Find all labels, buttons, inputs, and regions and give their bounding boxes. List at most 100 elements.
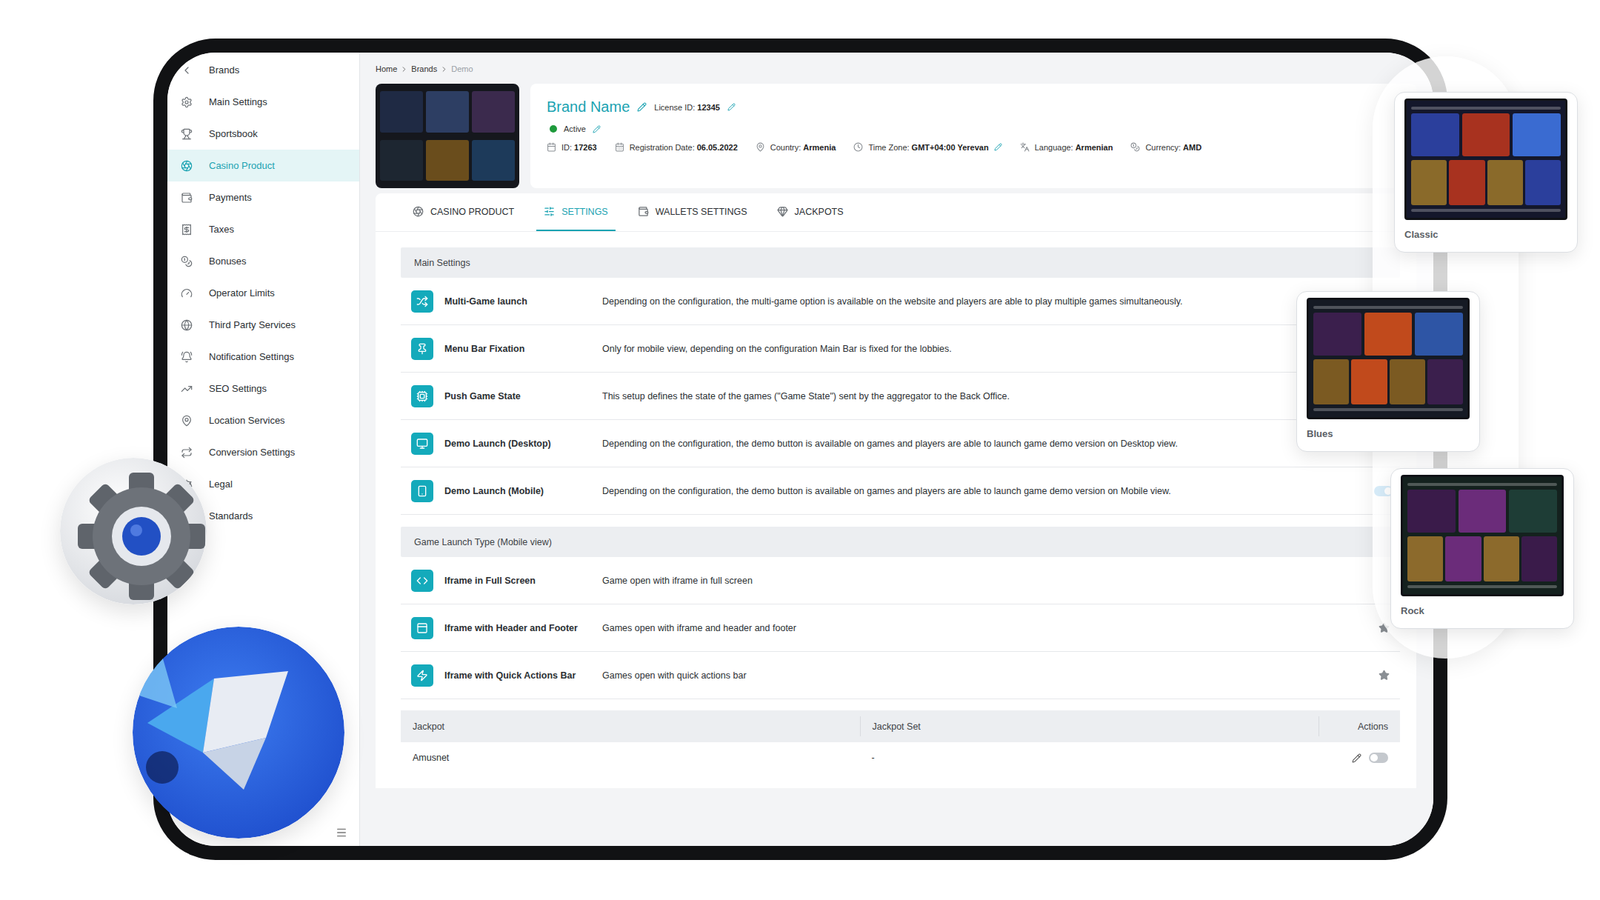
- tab[interactable]: SETTINGS: [536, 193, 616, 232]
- setting-icon: [416, 669, 429, 682]
- theme-name: Rock: [1400, 605, 1564, 617]
- sidebar-item[interactable]: Payments: [167, 181, 360, 214]
- setting-label: Iframe with Header and Footer: [433, 622, 603, 634]
- sidebar-item[interactable]: Location Services: [167, 404, 360, 437]
- tab[interactable]: JACKPOTS: [769, 193, 852, 232]
- table-cell: Amusnet: [400, 742, 860, 774]
- meta-text: Language:Armenian: [1034, 142, 1114, 152]
- tab[interactable]: CASINO PRODUCT: [405, 193, 522, 232]
- sidebar-item-icon: [180, 96, 193, 109]
- preview-block: [1458, 489, 1507, 533]
- preview-block: [1407, 489, 1456, 533]
- setting-row: Multi-Game launchDepending on the config…: [400, 277, 1400, 326]
- meta-text: ID:17263: [561, 142, 598, 152]
- setting-icon: [416, 622, 429, 635]
- setting-icon: [416, 485, 429, 498]
- sidebar-item-icon: [180, 351, 193, 363]
- sidebar-item-icon: [180, 382, 193, 395]
- sidebar-item[interactable]: SEO Settings: [167, 372, 360, 405]
- sidebar-item[interactable]: Bonuses: [167, 245, 360, 278]
- sidebar-item-label: Legal: [208, 478, 233, 490]
- table-actions: [1318, 742, 1400, 774]
- theme-name: Classic: [1404, 228, 1568, 240]
- preview-block: [1508, 489, 1558, 533]
- sidebar-item[interactable]: Taxes: [167, 213, 360, 246]
- sidebar-item-icon: [180, 446, 193, 459]
- gear-decoration: [60, 457, 207, 605]
- tab-icon: [543, 205, 555, 218]
- thumbnail-block: [380, 140, 423, 182]
- preview-block: [1364, 312, 1413, 356]
- theme-card[interactable]: Classic: [1394, 91, 1578, 253]
- sidebar-item-icon: [180, 414, 193, 427]
- jackpot-table: JackpotJackpot SetActionsAmusnet-: [400, 710, 1400, 774]
- sidebar-item-icon: [180, 64, 193, 77]
- toggle-knob: [1370, 754, 1378, 762]
- theme-card[interactable]: Rock: [1390, 468, 1575, 629]
- preview-block: [1313, 312, 1362, 356]
- setting-icon: [416, 295, 429, 308]
- brand-header: Brand NameLicense ID:12345ActiveID:17263…: [375, 83, 1417, 189]
- sidebar-item[interactable]: Casino Product: [167, 149, 360, 182]
- theme-preview: [1306, 297, 1470, 420]
- sidebar-item[interactable]: Sportsbook: [167, 117, 360, 150]
- blue-shape-decoration: [132, 626, 345, 839]
- breadcrumb-item[interactable]: Home: [375, 64, 398, 74]
- star-icon[interactable]: [1378, 669, 1390, 681]
- preview-block: [1483, 536, 1520, 582]
- sidebar-item-label: Third Party Services: [208, 319, 296, 331]
- edit-pencil-icon[interactable]: [727, 102, 736, 112]
- sidebar-item-label: Bonuses: [208, 255, 247, 267]
- preview-games: [1313, 359, 1463, 405]
- setting-icon-box: [411, 385, 434, 408]
- preview-block: [1414, 312, 1463, 356]
- page: Brands Main Settings Sportsbook Casino Prod…: [0, 0, 1600, 900]
- meta-icon: [546, 142, 557, 152]
- sidebar-item-label: Sportsbook: [208, 128, 258, 140]
- thumbnail-block: [425, 140, 469, 182]
- sidebar-item-label: Main Settings: [208, 96, 268, 108]
- status-label: Active: [563, 124, 586, 134]
- thumbnail-block: [471, 140, 515, 182]
- sidebar-item[interactable]: Notification Settings: [167, 340, 360, 373]
- settings-panel: CASINO PRODUCT SETTINGS WALLETS SETTINGS JA…: [375, 193, 1417, 789]
- meta-item: ID:17263: [546, 142, 598, 152]
- jackpot-toggle[interactable]: [1368, 752, 1389, 763]
- meta-icon: [614, 142, 625, 152]
- setting-row: Menu Bar FixationOnly for mobile view, d…: [400, 325, 1400, 373]
- sidebar-item-icon: [180, 319, 193, 332]
- tab[interactable]: WALLETS SETTINGS: [630, 193, 755, 232]
- chevron-right-icon: [440, 65, 449, 74]
- sidebar-item-icon: [180, 191, 193, 204]
- edit-pencil-icon[interactable]: [637, 102, 647, 112]
- theme-card[interactable]: Blues: [1296, 291, 1480, 452]
- table-header-cell: Actions: [1318, 716, 1400, 737]
- edit-pencil-icon[interactable]: [592, 125, 601, 134]
- preview-banner: [1411, 113, 1561, 157]
- setting-icon: [416, 574, 429, 587]
- setting-description: Games open with quick actions bar: [602, 670, 1368, 681]
- section-header: Main Settings: [400, 247, 1400, 278]
- setting-label: Demo Launch (Mobile): [433, 485, 603, 497]
- sidebar-item[interactable]: Brands: [167, 54, 360, 86]
- table-header-cell: Jackpot Set: [860, 716, 1320, 737]
- sidebar-item-icon: [180, 128, 193, 140]
- preview-block: [1487, 160, 1523, 206]
- breadcrumb-item[interactable]: Brands: [411, 64, 438, 74]
- setting-row: Demo Launch (Desktop)Depending on the co…: [400, 420, 1400, 468]
- sidebar-item-label: Taxes: [208, 223, 235, 235]
- sidebar-item-label: Conversion Settings: [208, 446, 295, 458]
- collapse-menu-icon[interactable]: [335, 826, 348, 839]
- thumbnail-banner: [380, 91, 515, 133]
- table-row: Amusnet-: [400, 742, 1400, 774]
- sidebar-item[interactable]: Main Settings: [167, 85, 360, 118]
- main-area: HomeBrandsDemoBrand NameLicense ID:12345…: [360, 52, 1434, 846]
- edit-pencil-icon[interactable]: [1351, 753, 1362, 763]
- sidebar-item[interactable]: Third Party Services: [167, 308, 360, 341]
- tab-icon: [777, 205, 789, 218]
- meta-icon: [1130, 142, 1140, 152]
- preview-topbar: [1313, 305, 1463, 309]
- edit-pencil-icon[interactable]: [994, 142, 1003, 152]
- sidebar-item[interactable]: Operator Limits: [167, 277, 360, 309]
- sidebar-item[interactable]: Conversion Settings: [167, 436, 360, 469]
